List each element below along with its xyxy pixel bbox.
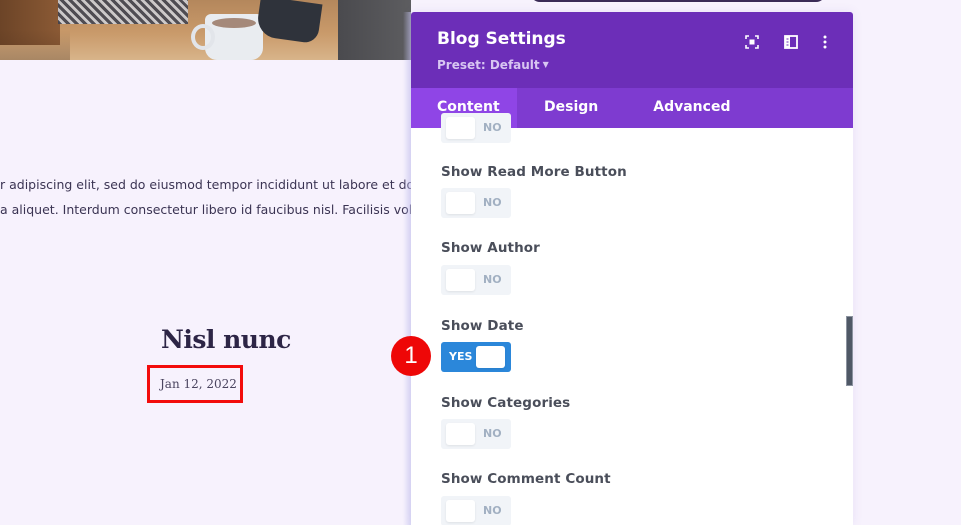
toggle-knob (446, 423, 475, 445)
label-show-date: Show Date (441, 318, 524, 334)
toggle-show-categories[interactable]: NO (441, 419, 511, 449)
post-excerpt: r adipiscing elit, sed do eiusmod tempor… (0, 172, 411, 222)
coffee-surface-shape (212, 18, 256, 28)
toggle-value: NO (483, 504, 502, 517)
toggle-knob (446, 500, 475, 522)
post-title[interactable]: Nisl nunc (161, 325, 291, 354)
label-show-comment-count: Show Comment Count (441, 471, 611, 487)
toggle-show-read-more-button[interactable]: NO (441, 188, 511, 218)
sidebar-layout-icon[interactable] (782, 33, 800, 51)
tab-advanced[interactable]: Advanced (626, 88, 757, 128)
panel-content: NO Show Read More Button NO Show Author … (411, 113, 853, 525)
toggle-knob (446, 117, 475, 139)
excerpt-line: r adipiscing elit, sed do eiusmod tempor… (0, 177, 411, 192)
toggle-show-comment-count[interactable]: NO (441, 496, 511, 525)
label-show-author: Show Author (441, 240, 540, 256)
panel-shadow (403, 12, 411, 525)
preset-label: Preset: Default (437, 58, 540, 72)
preset-dropdown[interactable]: Preset: Default ▼ (437, 58, 549, 72)
caret-down-icon: ▼ (542, 60, 549, 69)
toggle-show-date[interactable]: YES (441, 342, 511, 372)
hero-shadow (0, 0, 70, 60)
toggle-value: NO (483, 196, 502, 209)
toggle-knob (446, 192, 475, 214)
toggle-previous-field[interactable]: NO (441, 113, 511, 143)
label-show-read-more-button: Show Read More Button (441, 164, 627, 180)
toggle-value: NO (483, 121, 502, 134)
more-options-icon[interactable] (816, 33, 834, 51)
panel-title: Blog Settings (437, 29, 566, 49)
hero-phone-shape (255, 0, 323, 45)
tab-design[interactable]: Design (517, 88, 626, 128)
post-date: Jan 12, 2022 (160, 377, 237, 391)
toggle-value: NO (483, 273, 502, 286)
hero-image (0, 0, 411, 60)
hero-dark-shape (338, 0, 411, 60)
toggle-value: NO (483, 427, 502, 440)
hero-cloth-shape (58, 0, 188, 24)
panel-header[interactable]: Blog Settings Preset: Default ▼ (411, 12, 853, 88)
step-badge: 1 (391, 336, 431, 376)
toggle-knob (476, 346, 505, 368)
toggle-show-author[interactable]: NO (441, 265, 511, 295)
panel-scrollbar[interactable] (846, 316, 853, 386)
toggle-value: YES (449, 350, 473, 363)
top-bar-pill (530, 0, 826, 2)
toggle-knob (446, 269, 475, 291)
post-date-highlight: Jan 12, 2022 (147, 365, 243, 403)
focus-mode-icon[interactable] (743, 33, 761, 51)
label-show-categories: Show Categories (441, 395, 571, 411)
excerpt-line: a aliquet. Interdum consectetur libero i… (0, 202, 411, 217)
blog-settings-panel: Blog Settings Preset: Default ▼ Content D… (411, 12, 853, 525)
